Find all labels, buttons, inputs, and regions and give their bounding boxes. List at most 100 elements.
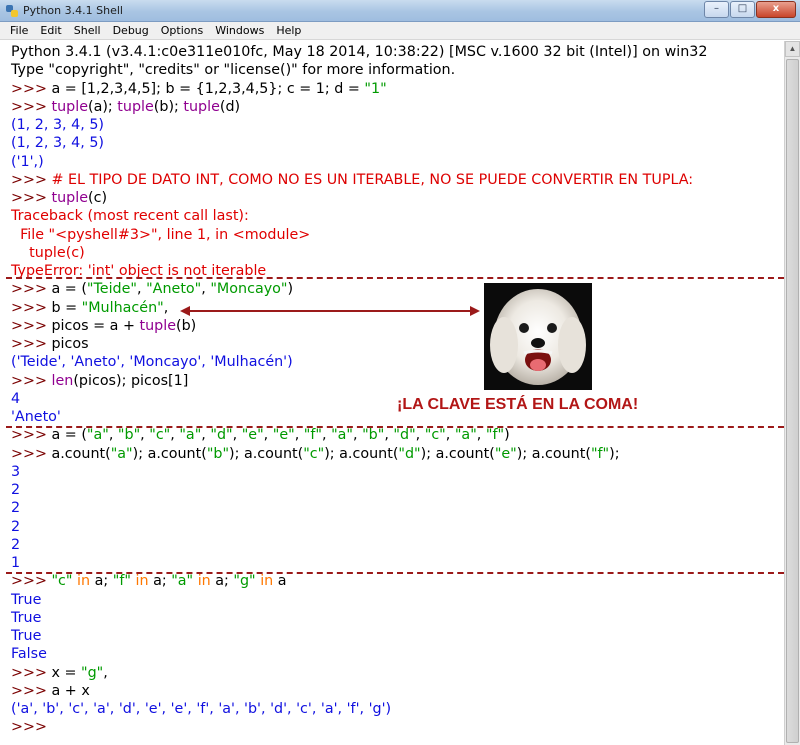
shell-prompt: >>>	[11, 427, 52, 444]
shell-text: ,	[108, 427, 118, 444]
shell-text: b =	[51, 299, 82, 316]
shell-text: in	[260, 573, 274, 590]
shell-line: Python 3.4.1 (v3.4.1:c0e311e010fc, May 1…	[11, 43, 707, 61]
shell-text: (b);	[153, 98, 184, 115]
shell-text: a + x	[51, 682, 90, 699]
shell-text: ); a.count(	[420, 445, 495, 462]
shell-text: (picos); picos[1]	[73, 372, 189, 389]
shell-text: ,	[163, 299, 169, 316]
shell-text: (1, 2, 3, 4, 5)	[11, 135, 104, 152]
menu-windows[interactable]: Windows	[209, 24, 270, 37]
shell-text: 2	[11, 536, 21, 553]
shell-text: "f"	[112, 573, 131, 590]
shell-line: ('a', 'b', 'c', 'a', 'd', 'e', 'e', 'f',…	[11, 700, 391, 718]
shell-prompt: >>>	[11, 317, 52, 334]
menu-edit[interactable]: Edit	[34, 24, 67, 37]
shell-text: "e"	[272, 427, 295, 444]
shell-text: )	[287, 281, 294, 298]
scroll-up-arrow-icon[interactable]: ▲	[785, 41, 800, 57]
shell-text: "b"	[362, 427, 385, 444]
shell-text: False	[11, 646, 47, 663]
shell-text: in	[135, 573, 149, 590]
shell-line: 2	[11, 481, 20, 499]
shell-line: True	[11, 609, 41, 627]
double-arrow-icon	[180, 306, 480, 316]
shell-text-area[interactable]: Python 3.4.1 (v3.4.1:c0e311e010fc, May 1…	[0, 41, 784, 745]
shell-text: 2	[11, 518, 21, 535]
shell-line: 'Aneto'	[11, 408, 61, 426]
close-button[interactable]: x	[756, 1, 796, 18]
shell-text: tuple(c)	[11, 244, 85, 261]
shell-text: a;	[90, 573, 113, 590]
shell-prompt: >>>	[11, 719, 52, 736]
dog-photo	[484, 283, 592, 390]
shell-text: a	[273, 573, 287, 590]
shell-text: "g"	[81, 664, 104, 681]
shell-prompt: >>>	[11, 336, 52, 352]
shell-prompt: >>>	[11, 664, 52, 681]
shell-text: Type "copyright", "credits" or "license(…	[11, 62, 456, 79]
shell-text: picos = a +	[51, 317, 140, 334]
shell-text: tuple	[139, 317, 177, 334]
shell-text: "a"	[454, 427, 477, 444]
scroll-thumb[interactable]	[786, 59, 799, 743]
shell-line: >>> x = "g",	[11, 664, 108, 682]
shell-line: Traceback (most recent call last):	[11, 207, 249, 225]
menu-debug[interactable]: Debug	[107, 24, 155, 37]
menu-file[interactable]: File	[4, 24, 34, 37]
shell-text: "d"	[393, 427, 416, 444]
shell-text: tuple	[117, 98, 154, 115]
menu-shell[interactable]: Shell	[68, 24, 107, 37]
shell-text: in	[77, 573, 91, 590]
shell-line: 2	[11, 518, 20, 536]
menu-options[interactable]: Options	[155, 24, 209, 37]
shell-text: 4	[11, 390, 21, 407]
shell-text: ,	[103, 664, 108, 681]
shell-line: ('1',)	[11, 153, 44, 171]
shell-text: (1, 2, 3, 4, 5)	[11, 117, 104, 133]
shell-prompt: >>>	[11, 573, 52, 590]
shell-prompt: >>>	[11, 171, 52, 188]
shell-text: ('Teide', 'Aneto', 'Moncayo', 'Mulhacén'…	[11, 354, 293, 371]
shell-line: 3	[11, 463, 20, 481]
shell-line: 2	[11, 536, 20, 554]
shell-text: "c"	[149, 427, 171, 444]
shell-text: "b"	[117, 427, 141, 444]
shell-line: True	[11, 591, 41, 609]
shell-line: (1, 2, 3, 4, 5)	[11, 134, 104, 152]
shell-text: ,	[415, 427, 425, 444]
shell-prompt: >>>	[11, 190, 52, 206]
shell-text: ); a.count(	[324, 445, 399, 462]
shell-text: "a"	[110, 445, 133, 462]
shell-text: a = [1,2,3,4,5]; b = {1,2,3,4,5}; c = 1;…	[51, 80, 365, 97]
shell-text: a = (	[51, 427, 87, 444]
shell-text: (b)	[176, 317, 197, 334]
shell-line: >>> a = [1,2,3,4,5]; b = {1,2,3,4,5}; c …	[11, 80, 387, 98]
shell-text: picos	[51, 336, 89, 352]
shell-text: len	[51, 372, 74, 389]
shell-text: # EL TIPO DE DATO INT, COMO NO ES UN ITE…	[51, 171, 694, 188]
shell-text: x =	[51, 664, 82, 681]
menu-help[interactable]: Help	[270, 24, 307, 37]
shell-line: 2	[11, 499, 20, 517]
shell-text: "b"	[206, 445, 230, 462]
key-annotation: ¡LA CLAVE ESTÁ EN LA COMA!	[397, 396, 639, 413]
shell-text: );	[609, 445, 620, 462]
shell-line: >>> tuple(c)	[11, 189, 107, 207]
shell-text: Traceback (most recent call last):	[11, 208, 249, 225]
shell-text: "Moncayo"	[210, 281, 288, 298]
shell-text: 2	[11, 482, 21, 498]
maximize-button[interactable]: □	[730, 1, 755, 18]
shell-text: ,	[321, 427, 332, 444]
shell-text: ,	[137, 281, 147, 298]
shell-text: ,	[294, 427, 304, 444]
vertical-scrollbar[interactable]: ▲	[784, 41, 800, 745]
shell-text: ,	[201, 281, 211, 298]
shell-prompt: >>>	[11, 299, 52, 316]
minimize-button[interactable]: –	[704, 1, 729, 18]
shell-text: a.count(	[51, 445, 111, 462]
shell-text: 3	[11, 463, 21, 480]
shell-text: ,	[170, 427, 180, 444]
shell-text: "c"	[51, 573, 73, 590]
shell-prompt: >>>	[11, 80, 52, 97]
